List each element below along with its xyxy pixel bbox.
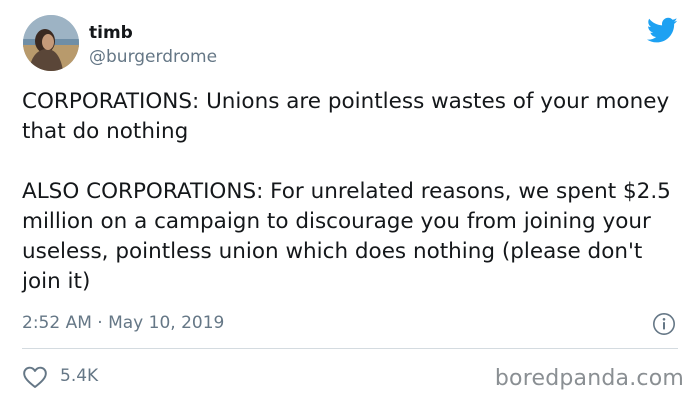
tweet-paragraph: CORPORATIONS: Unions are pointless waste… — [22, 89, 677, 144]
like-count: 5.4K — [60, 366, 99, 386]
tweet-text: CORPORATIONS: Unions are pointless waste… — [22, 87, 687, 297]
display-name[interactable]: timb — [89, 22, 133, 44]
watermark: boredpanda.com — [494, 366, 684, 391]
twitter-bird-icon[interactable] — [647, 17, 678, 44]
info-icon[interactable] — [652, 312, 676, 336]
tweet-timestamp[interactable]: 2:52 AM · May 10, 2019 — [22, 311, 224, 335]
tweet-paragraph: ALSO CORPORATIONS: For unrelated reasons… — [22, 179, 678, 294]
user-handle[interactable]: @burgerdrome — [89, 46, 217, 68]
heart-icon[interactable] — [22, 365, 48, 389]
avatar[interactable] — [23, 15, 79, 71]
tweet-card: timb @burgerdrome CORPORATIONS: Unions a… — [0, 0, 700, 402]
divider — [22, 348, 678, 349]
